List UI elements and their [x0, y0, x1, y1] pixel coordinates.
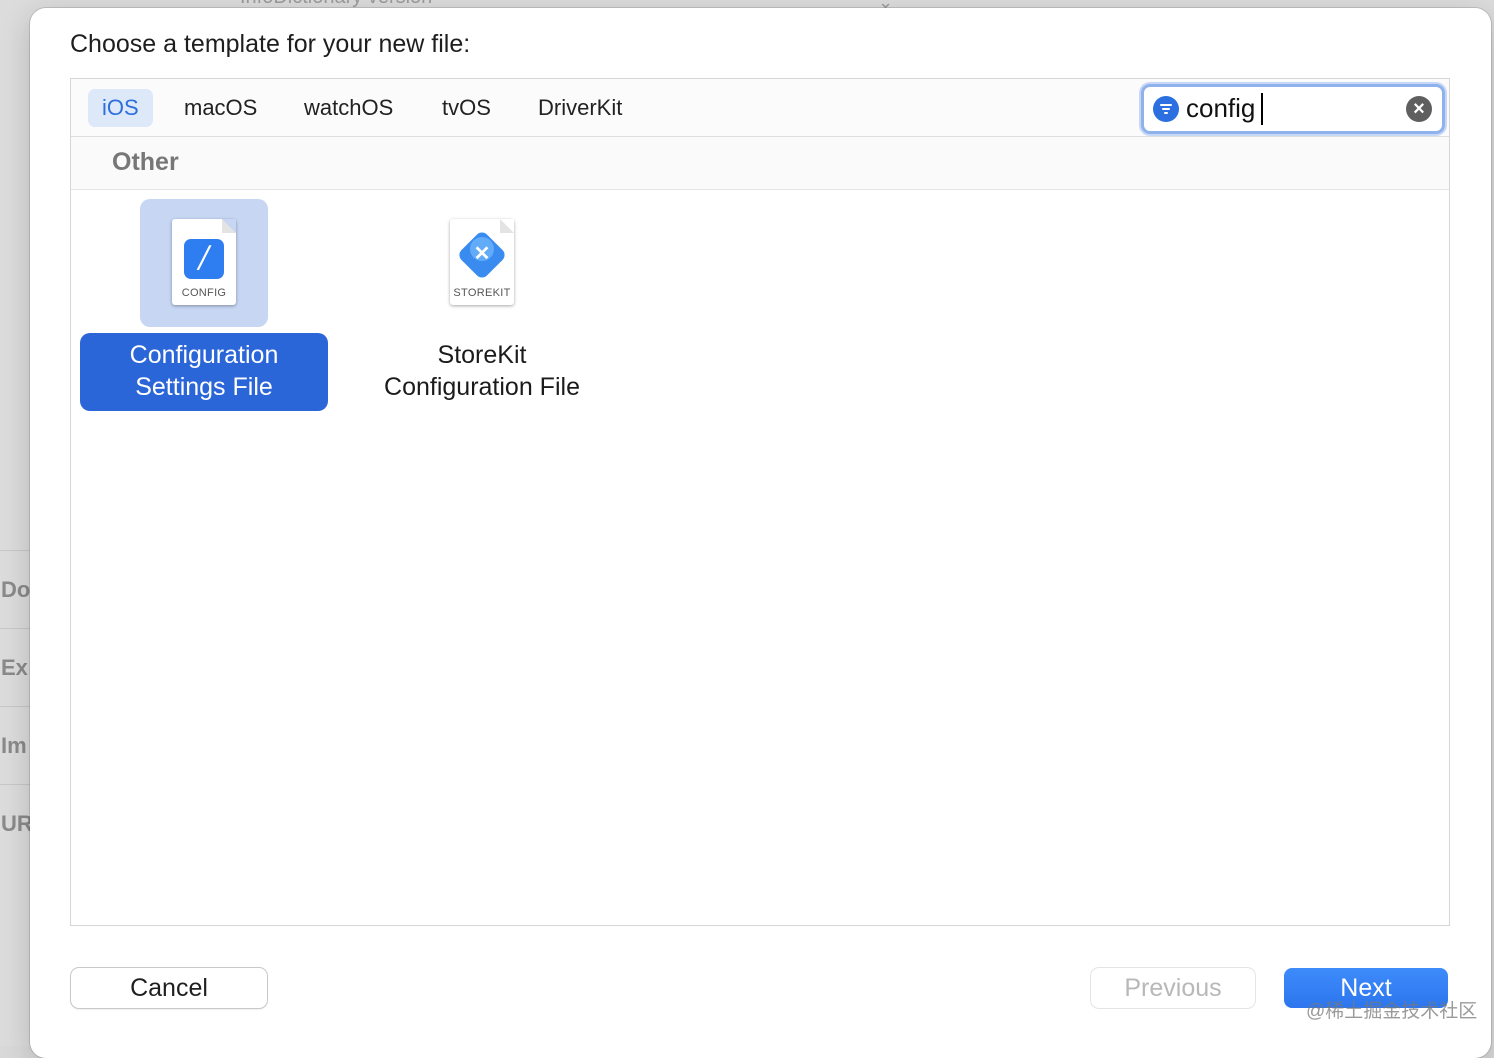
filter-icon[interactable] — [1153, 96, 1179, 122]
template-label-line: StoreKit — [437, 341, 527, 369]
tab-watchos[interactable]: watchOS — [290, 89, 407, 127]
text-caret — [1261, 93, 1263, 125]
search-input[interactable] — [1186, 91, 1396, 125]
previous-button[interactable]: Previous — [1091, 968, 1255, 1008]
tab-ios[interactable]: iOS — [88, 89, 153, 127]
hammer-icon: / — [184, 239, 224, 279]
template-label[interactable]: StoreKit Configuration File — [352, 339, 612, 403]
template-search-field[interactable]: × — [1141, 84, 1445, 134]
template-label[interactable]: Configuration Settings File — [80, 333, 328, 411]
tab-driverkit[interactable]: DriverKit — [524, 89, 636, 127]
background-sidebar-item: Ex — [0, 628, 33, 707]
clear-icon[interactable]: × — [1406, 96, 1432, 122]
sheet-title: Choose a template for your new file: — [70, 30, 471, 58]
platform-tab-bar: iOS macOS watchOS tvOS DriverKit × — [71, 79, 1449, 137]
template-label-line: Settings File — [135, 373, 273, 401]
background-sidebar-item: UR — [0, 784, 33, 863]
section-header: Other — [71, 137, 1449, 190]
template-chooser: iOS macOS watchOS tvOS DriverKit × Other — [70, 78, 1450, 926]
background-sidebar-item: Do — [0, 550, 33, 629]
app-store-icon: ✕ — [473, 243, 491, 265]
tab-tvos[interactable]: tvOS — [428, 89, 505, 127]
storekit-file-icon: ✕ STOREKIT — [450, 219, 514, 305]
config-file-icon: / CONFIG — [172, 219, 236, 305]
tab-macos[interactable]: macOS — [170, 89, 271, 127]
background-sidebar-item: Im — [0, 706, 33, 785]
template-label-line: Configuration — [129, 341, 279, 369]
file-badge: STOREKIT — [453, 287, 511, 299]
background-sidebar: Do Ex Im UR — [0, 550, 33, 870]
file-badge: CONFIG — [181, 287, 227, 299]
cancel-button[interactable]: Cancel — [71, 968, 267, 1008]
template-icon-tile[interactable]: / CONFIG — [140, 199, 268, 327]
watermark: @稀土掘金技术社区 — [1306, 1001, 1478, 1022]
template-icon-tile[interactable]: ✕ STOREKIT — [418, 199, 546, 327]
template-label-line: Configuration File — [384, 373, 580, 401]
section-title: Other — [112, 148, 179, 176]
new-file-sheet: Choose a template for your new file: iOS… — [30, 8, 1491, 1058]
